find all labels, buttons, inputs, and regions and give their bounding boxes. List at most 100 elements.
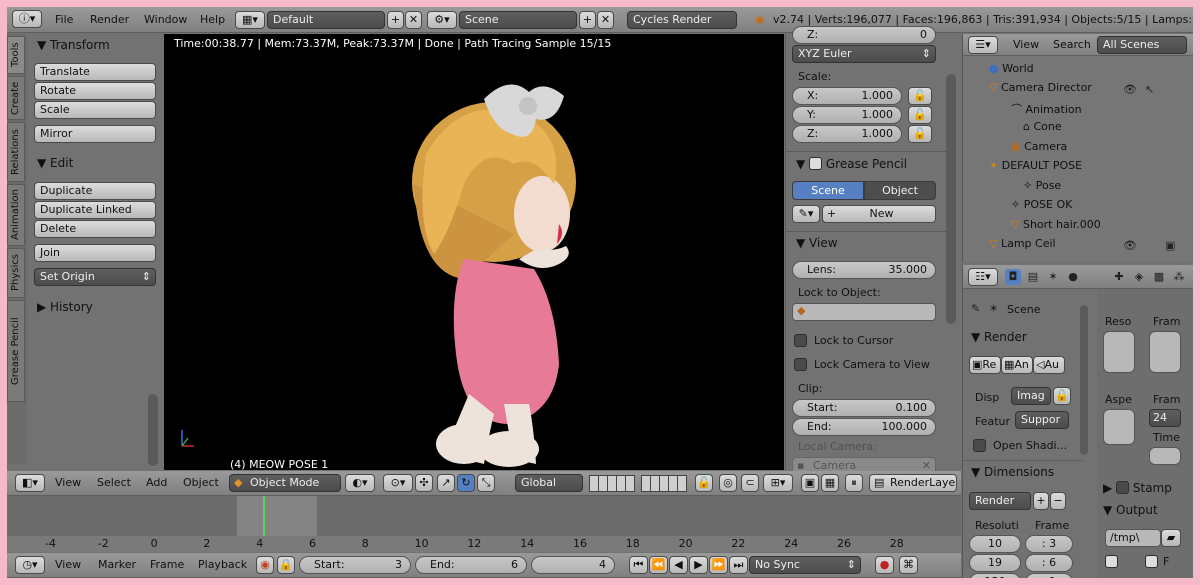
menu-render[interactable]: Render xyxy=(90,9,129,31)
pin-icon[interactable]: ✎ xyxy=(971,301,980,317)
transform-orientation-select[interactable]: Global xyxy=(515,474,583,492)
frame-step-field[interactable]: : 1 xyxy=(1025,573,1073,578)
properties-scrollbar[interactable] xyxy=(946,74,956,324)
manipulator-toggle-button[interactable]: ✣ xyxy=(415,474,433,492)
eye-icon[interactable]: 👁 xyxy=(1123,82,1137,98)
snap-toggle-button[interactable]: ⊂ xyxy=(741,474,759,492)
scale-y-field[interactable]: Y: 1.000 xyxy=(792,106,902,124)
clip-end-field[interactable]: End: 100.000 xyxy=(792,418,936,436)
view-panel-header[interactable]: ▼ View xyxy=(796,236,838,250)
rotation-mode-select[interactable]: XYZ Euler ⇕ xyxy=(792,45,936,63)
tab-tools[interactable]: Tools xyxy=(7,36,25,74)
start-frame-field[interactable]: Start: 3 xyxy=(299,556,411,574)
remove-scene-button[interactable]: ✕ xyxy=(597,11,614,29)
outliner-type-button[interactable]: ☰▾ xyxy=(968,36,998,54)
duplicate-button[interactable]: Duplicate xyxy=(34,182,156,200)
current-frame-indicator[interactable] xyxy=(263,496,265,536)
jump-keyframe-back-button[interactable]: ⏪ xyxy=(649,556,668,574)
menu-file[interactable]: File xyxy=(55,9,73,31)
interaction-mode-select[interactable]: ◆ Object Mode xyxy=(229,474,341,492)
material-tab-icon[interactable]: ◈ xyxy=(1131,269,1147,285)
folder-icon[interactable]: ▰ xyxy=(1161,529,1181,547)
outliner-menu-search[interactable]: Search xyxy=(1053,34,1091,56)
timeline-menu-frame[interactable]: Frame xyxy=(150,554,184,576)
tab-animation[interactable]: Animation xyxy=(7,184,25,246)
resolution-y-field[interactable]: 19 xyxy=(969,554,1021,572)
outliner-filter-select[interactable]: All Scenes xyxy=(1097,36,1187,54)
remove-preset-button[interactable]: − xyxy=(1050,492,1066,510)
layer-buttons-2[interactable] xyxy=(641,475,687,492)
timeline-editor-type-button[interactable]: ◷▾ xyxy=(15,556,45,574)
view3d-menu-view[interactable]: View xyxy=(55,472,81,494)
render-panel-header[interactable]: ▼ Render xyxy=(971,330,1027,344)
lock-object-field[interactable]: ◆ xyxy=(792,303,936,321)
stamp-checkbox[interactable] xyxy=(1116,481,1130,494)
properties-left-scrollbar[interactable] xyxy=(1080,305,1088,455)
outliner-row-pose[interactable]: ✧ Pose xyxy=(1023,179,1061,197)
timeline-menu-marker[interactable]: Marker xyxy=(98,554,136,576)
screen-layout-field[interactable]: Default xyxy=(267,11,385,29)
render-layer-select[interactable]: ▤ RenderLayer xyxy=(869,474,957,492)
outliner-row-lamp-ceil[interactable]: ▽ Lamp Ceil xyxy=(989,237,1056,255)
particles-tab-icon[interactable]: ⁂ xyxy=(1171,269,1187,285)
sync-mode-select[interactable]: No Sync ⇕ xyxy=(749,556,861,574)
tab-physics[interactable]: Physics xyxy=(7,248,25,298)
translate-button[interactable]: Translate xyxy=(34,63,156,81)
overwrite-checkbox[interactable] xyxy=(1105,555,1118,568)
outliner-row-short-hair[interactable]: ▽ Short hair.000 xyxy=(1011,218,1101,236)
cursor-icon[interactable]: ↖ xyxy=(1145,82,1154,98)
viewport-shading-button[interactable]: ◐▾ xyxy=(345,474,375,492)
transform-panel-header[interactable]: ▼ Transform xyxy=(37,38,110,52)
lens-field[interactable]: Lens: 35.000 xyxy=(792,261,936,279)
rotate-button[interactable]: Rotate xyxy=(34,82,156,100)
dimensions-preset-select[interactable]: Render xyxy=(969,492,1031,510)
lock-to-cursor-checkbox[interactable] xyxy=(794,334,807,347)
lock-icon[interactable]: 🔓 xyxy=(908,125,932,143)
duplicate-linked-button[interactable]: Duplicate Linked xyxy=(34,201,156,219)
current-frame-field[interactable]: 4 xyxy=(531,556,615,574)
editor-type-info-button[interactable]: ⓘ▾ xyxy=(12,10,42,28)
display-select[interactable]: Imag xyxy=(1011,387,1051,405)
gp-scene-tab[interactable]: Scene xyxy=(792,181,864,200)
timeline-area[interactable]: -4 -2 0 2 4 6 8 10 12 14 16 18 20 22 24 26 28 xyxy=(7,496,961,552)
output-path-field[interactable]: /tmp\ xyxy=(1105,529,1161,547)
jump-keyframe-forward-button[interactable]: ⏩ xyxy=(709,556,728,574)
proportional-editing-button[interactable]: ◎ xyxy=(719,474,737,492)
outliner-row-cone[interactable]: ⌂ Cone xyxy=(1023,120,1062,138)
output-panel-header[interactable]: ▼ Output xyxy=(1103,503,1158,517)
scene-tab-icon[interactable]: ✶ xyxy=(1045,269,1061,285)
edit-panel-header[interactable]: ▼ Edit xyxy=(37,156,73,170)
add-scene-button[interactable]: + xyxy=(579,11,596,29)
render-animation-button[interactable]: ▦An xyxy=(1001,356,1033,374)
open-shading-checkbox[interactable] xyxy=(973,439,986,452)
remove-layout-button[interactable]: ✕ xyxy=(405,11,422,29)
opengl-anim-button[interactable]: ▦ xyxy=(821,474,839,492)
play-reverse-button[interactable]: ◀ xyxy=(669,556,688,574)
layout-type-button[interactable]: ▦▾ xyxy=(235,11,265,29)
auto-keying-record-button[interactable]: ◉ xyxy=(256,556,274,574)
time-stretch-spinner[interactable] xyxy=(1149,447,1181,465)
outliner-row-default-pose[interactable]: ✦ DEFAULT POSE xyxy=(989,159,1082,177)
resolution-percent-field[interactable]: 150 xyxy=(969,573,1021,578)
feature-set-select[interactable]: Suppor xyxy=(1015,411,1069,429)
scene-field[interactable]: Scene xyxy=(459,11,577,29)
texture-tab-icon[interactable]: ▩ xyxy=(1151,269,1167,285)
outliner-row-camera-director[interactable]: ▽ Camera Director xyxy=(989,81,1092,99)
lock-icon[interactable]: 🔓 xyxy=(908,106,932,124)
lock-camera-to-view-checkbox[interactable] xyxy=(794,358,807,371)
jump-end-button[interactable]: ⏭ xyxy=(729,556,748,574)
render-icon[interactable]: ▣ xyxy=(1165,238,1175,254)
frame-end-field[interactable]: : 6 xyxy=(1025,554,1073,572)
play-button[interactable]: ▶ xyxy=(689,556,708,574)
view3d-menu-select[interactable]: Select xyxy=(97,472,131,494)
lock-icon[interactable]: 🔒 xyxy=(277,556,295,574)
render-tab-icon[interactable]: ◘ xyxy=(1005,269,1021,285)
aspect-spinner[interactable] xyxy=(1103,409,1135,445)
view3d-menu-object[interactable]: Object xyxy=(183,472,219,494)
lock-icon[interactable]: 🔓 xyxy=(908,87,932,105)
timeline-menu-view[interactable]: View xyxy=(55,554,81,576)
view3d-menu-add[interactable]: Add xyxy=(146,472,167,494)
gp-object-tab[interactable]: Object xyxy=(864,181,936,200)
render-layer-toggle-button[interactable]: ⏸ xyxy=(845,474,863,492)
tool-shelf-scrollbar[interactable] xyxy=(148,394,158,466)
